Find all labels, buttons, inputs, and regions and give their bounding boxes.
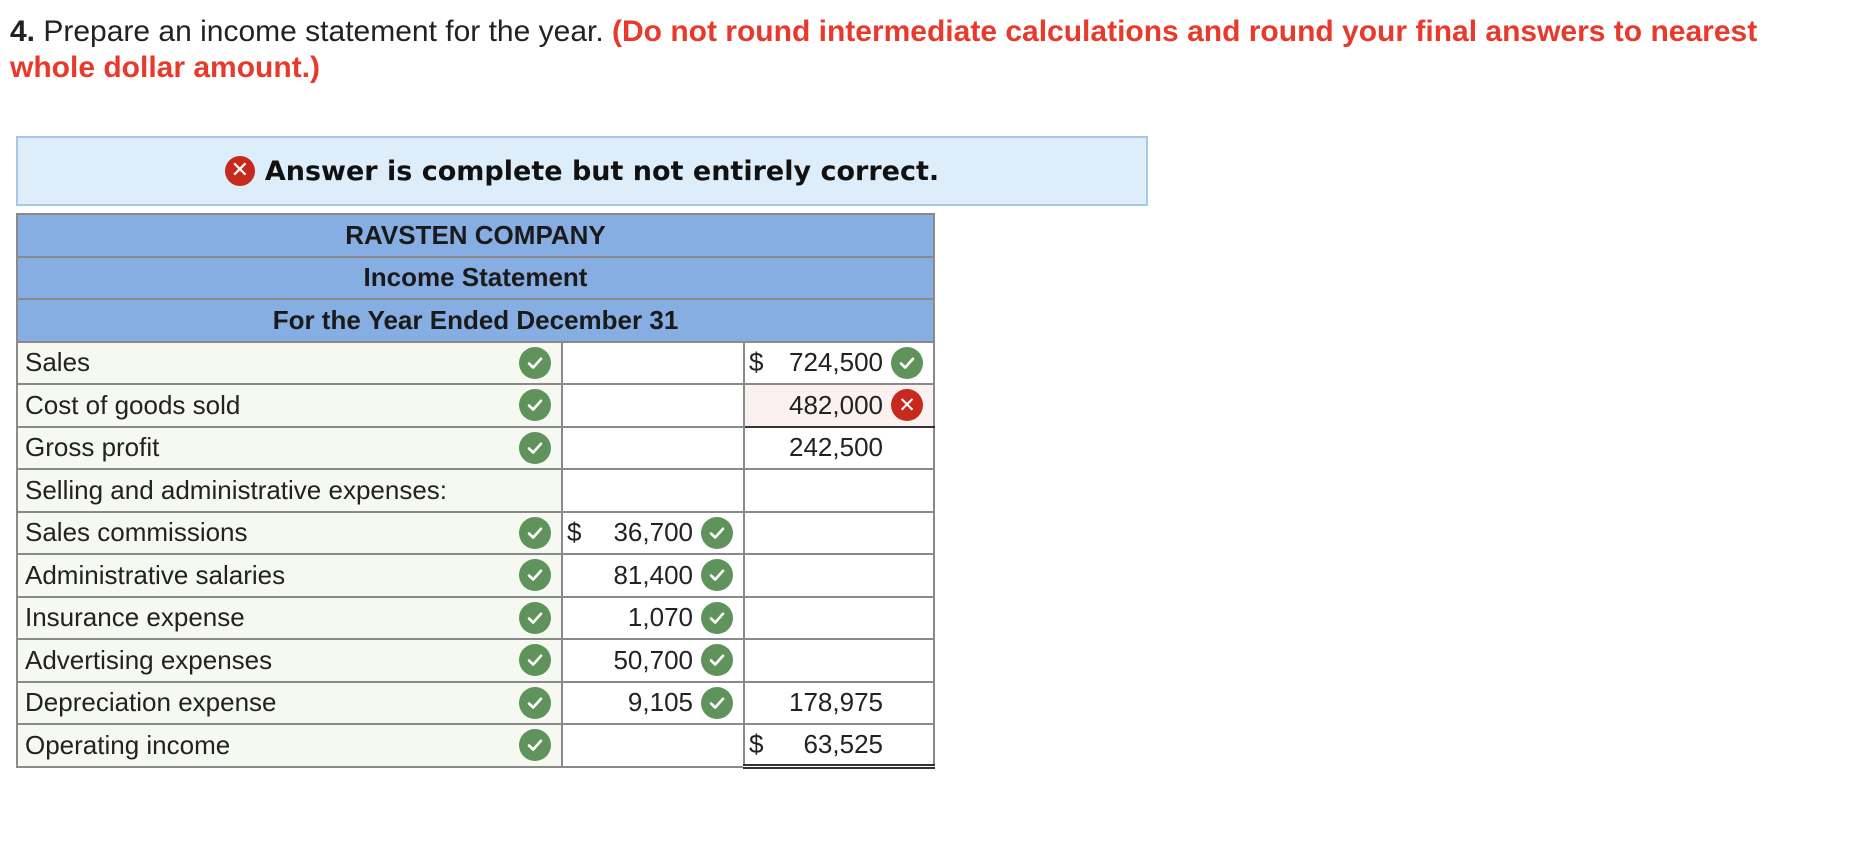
statement-title: Income Statement (16, 255, 935, 300)
check-icon (519, 686, 551, 719)
check-icon (519, 346, 551, 379)
row-label: Gross profit (25, 432, 160, 463)
header-row-company: RAVSTEN COMPANY (16, 213, 935, 258)
company-name: RAVSTEN COMPANY (16, 213, 935, 258)
table-row: Operating income $63,525 (16, 723, 935, 769)
table-row: Insurance expense 1,070 (16, 595, 935, 640)
detail-amount-cell[interactable]: $36,700 (561, 510, 745, 555)
total-amount: 482,000 (789, 389, 883, 420)
dollar-sign: $ (749, 347, 764, 378)
x-circle-icon: ✕ (224, 156, 255, 186)
total-amount-cell[interactable] (743, 510, 935, 555)
check-icon (519, 389, 551, 422)
total-amount-cell[interactable]: 242,500 (743, 425, 935, 470)
table-row: Gross profit 242,500 (16, 425, 935, 470)
check-icon (519, 729, 551, 762)
row-label: Cost of goods sold (25, 389, 241, 420)
dollar-sign: $ (567, 517, 582, 548)
income-statement-table: RAVSTEN COMPANY Income Statement For the… (16, 213, 935, 769)
detail-amount: 50,700 (613, 644, 693, 675)
total-amount-cell[interactable]: 482,000 ✕ (743, 383, 935, 428)
row-label-cell[interactable]: Cost of goods sold (16, 383, 563, 428)
row-label: Sales (25, 347, 91, 378)
row-label-cell[interactable]: Insurance expense (16, 595, 563, 640)
check-icon (519, 431, 551, 464)
check-icon (891, 346, 923, 379)
detail-amount-cell[interactable]: 1,070 (561, 595, 745, 640)
total-amount-cell[interactable] (743, 638, 935, 683)
row-label: Selling and administrative expenses: (25, 474, 448, 505)
check-icon (519, 559, 551, 592)
table-row: Administrative salaries 81,400 (16, 553, 935, 598)
row-label-cell[interactable]: Operating income (16, 723, 563, 768)
detail-amount-cell[interactable]: 9,105 (561, 680, 745, 725)
x-circle-icon: ✕ (891, 389, 923, 422)
row-label-cell[interactable]: Sales (16, 340, 563, 385)
total-amount: 178,975 (789, 687, 883, 718)
check-icon (519, 601, 551, 634)
question-number: 4. (10, 15, 36, 48)
table-row: Sales commissions $36,700 (16, 510, 935, 555)
detail-amount-cell[interactable]: 81,400 (561, 553, 745, 598)
header-row-title: Income Statement (16, 255, 935, 300)
row-label: Sales commissions (25, 517, 248, 548)
row-label-cell[interactable]: Depreciation expense (16, 680, 563, 725)
detail-amount: 36,700 (613, 517, 693, 548)
table-row: Selling and administrative expenses: (16, 468, 935, 513)
total-amount: 63,525 (803, 729, 883, 759)
row-label: Operating income (25, 729, 231, 760)
detail-amount-cell[interactable] (561, 425, 745, 470)
row-label-cell[interactable]: Sales commissions (16, 510, 563, 555)
check-icon (701, 686, 733, 719)
result-banner: ✕ Answer is complete but not entirely co… (16, 136, 1148, 206)
detail-amount-cell[interactable] (561, 383, 745, 428)
row-label: Depreciation expense (25, 687, 277, 718)
total-amount-cell[interactable]: $724,500 (743, 340, 935, 385)
row-label: Administrative salaries (25, 559, 286, 590)
total-amount-cell[interactable] (743, 468, 935, 513)
row-label: Advertising expenses (25, 644, 273, 675)
check-icon (519, 644, 551, 677)
header-row-period: For the Year Ended December 31 (16, 298, 935, 343)
row-label: Insurance expense (25, 602, 245, 633)
result-message: Answer is complete but not entirely corr… (264, 155, 940, 187)
detail-amount: 81,400 (613, 559, 693, 590)
statement-period: For the Year Ended December 31 (16, 298, 935, 343)
row-label-cell[interactable]: Advertising expenses (16, 638, 563, 683)
total-amount-cell[interactable]: $63,525 (743, 723, 935, 769)
check-icon (701, 516, 733, 549)
dollar-sign: $ (749, 729, 764, 759)
total-amount: 724,500 (789, 347, 883, 378)
total-amount-cell[interactable] (743, 553, 935, 598)
total-amount-cell[interactable]: 178,975 (743, 680, 935, 725)
check-icon (701, 644, 733, 677)
check-icon (701, 601, 733, 634)
detail-amount-cell[interactable] (561, 468, 745, 513)
row-label-cell[interactable]: Administrative salaries (16, 553, 563, 598)
detail-amount: 9,105 (627, 687, 693, 718)
check-icon (519, 516, 551, 549)
total-amount-cell[interactable] (743, 595, 935, 640)
table-row: Advertising expenses 50,700 (16, 638, 935, 683)
row-label-cell[interactable]: Gross profit (16, 425, 563, 470)
row-label-cell[interactable]: Selling and administrative expenses: (16, 468, 563, 513)
table-row: Depreciation expense 9,105 178,975 (16, 680, 935, 725)
table-row: Sales $724,500 (16, 340, 935, 385)
detail-amount-cell[interactable]: 50,700 (561, 638, 745, 683)
detail-amount-cell[interactable] (561, 723, 745, 768)
check-icon (701, 559, 733, 592)
table-row: Cost of goods sold 482,000 ✕ (16, 383, 935, 428)
question-text: 4. Prepare an income statement for the y… (10, 14, 1840, 86)
detail-amount: 1,070 (627, 602, 693, 633)
question-prompt: Prepare an income statement for the year… (35, 15, 613, 48)
detail-amount-cell[interactable] (561, 340, 745, 385)
total-amount: 242,500 (789, 432, 883, 463)
